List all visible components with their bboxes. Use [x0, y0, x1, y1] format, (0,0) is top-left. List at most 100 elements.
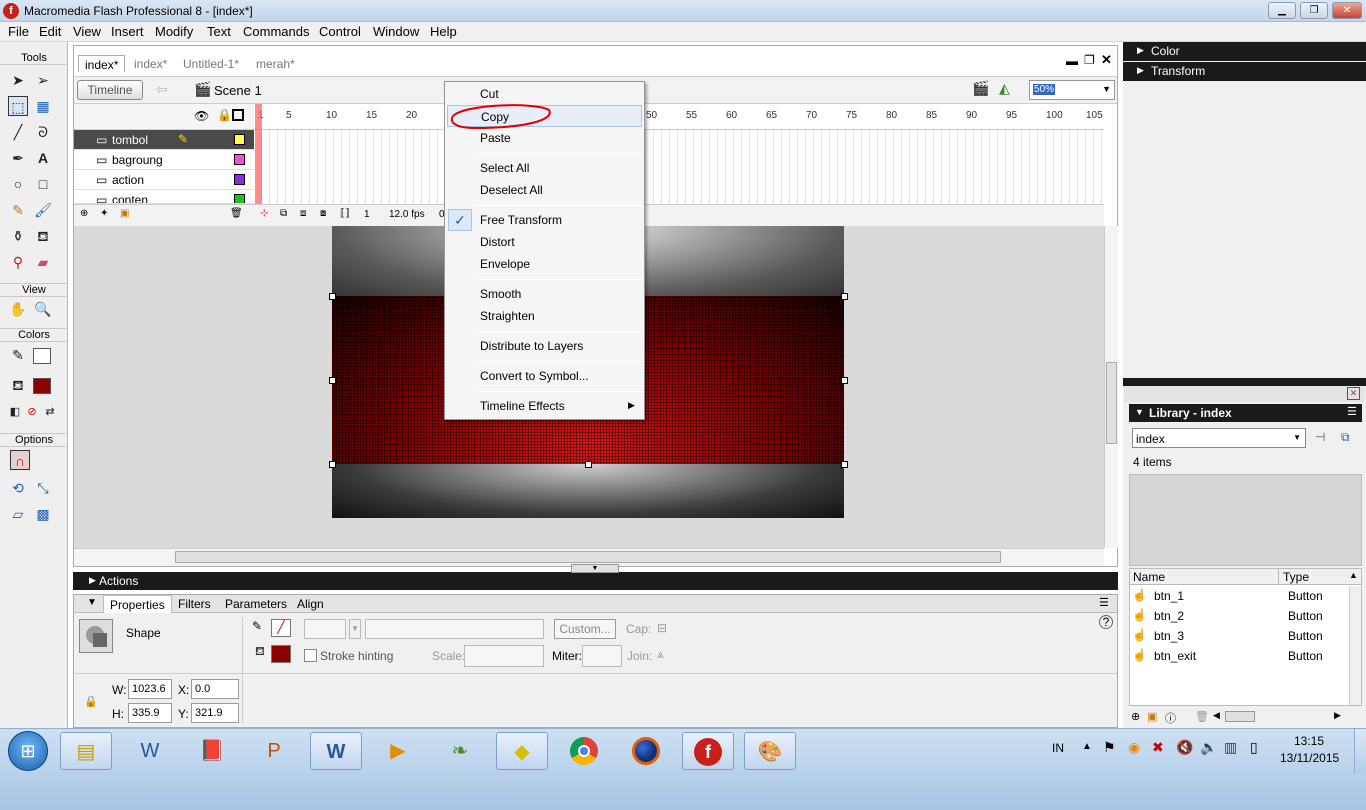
- transform-handle[interactable]: [841, 293, 848, 300]
- distort-icon[interactable]: ▱: [8, 504, 28, 524]
- transform-panel-header[interactable]: ▶ Transform: [1123, 62, 1366, 81]
- pencil-tool-icon[interactable]: ✎: [8, 200, 28, 220]
- miter-field[interactable]: [582, 645, 622, 667]
- new-library-panel-icon[interactable]: ⧉: [1341, 430, 1350, 445]
- zoom-select[interactable]: 50% ▼: [1029, 80, 1115, 100]
- clock-time[interactable]: 13:15: [1294, 734, 1324, 748]
- scroll-thumb[interactable]: [1106, 362, 1117, 444]
- menu-control[interactable]: Control: [316, 24, 364, 39]
- help-icon[interactable]: ?: [1099, 615, 1113, 629]
- eye-icon[interactable]: 👁: [194, 109, 209, 123]
- layer-row[interactable]: ▭ bagroung: [74, 150, 254, 170]
- library-close-icon[interactable]: ✕: [1347, 387, 1360, 400]
- clock-date[interactable]: 13/11/2015: [1280, 751, 1339, 765]
- language-indicator[interactable]: IN: [1052, 741, 1064, 755]
- back-arrow-icon[interactable]: ⇦: [156, 81, 168, 98]
- paint-icon[interactable]: 🎨: [744, 732, 796, 770]
- network-icon[interactable]: ▥: [1224, 739, 1237, 756]
- swap-colors-icon[interactable]: ⇄: [40, 402, 60, 422]
- brush-tool-icon[interactable]: 🖌: [33, 200, 53, 220]
- menu-item-distort[interactable]: Distort: [447, 231, 642, 253]
- rotate-skew-icon[interactable]: ⟲: [8, 478, 28, 498]
- menu-item-smooth[interactable]: Smooth: [447, 283, 642, 305]
- zoom-tool-icon[interactable]: 🔍: [33, 299, 53, 319]
- library-h-scroll-thumb[interactable]: [1225, 711, 1255, 722]
- tab-align[interactable]: Align: [297, 597, 324, 611]
- fill-color-icon[interactable]: ⛾: [8, 375, 28, 395]
- onion-markers-icon[interactable]: ⟦⟧: [340, 208, 350, 219]
- onion-skin-icon[interactable]: ⧉: [280, 208, 287, 219]
- no-color-icon[interactable]: ⊘: [22, 402, 42, 422]
- fill-color-swatch[interactable]: [33, 378, 51, 394]
- snap-magnet-icon[interactable]: ∩: [10, 450, 30, 470]
- stroke-color-swatch[interactable]: [33, 348, 51, 364]
- doc-tab-merah[interactable]: merah*: [250, 55, 301, 72]
- menu-item-distribute-to-layers[interactable]: Distribute to Layers: [447, 335, 642, 357]
- edit-multiple-icon[interactable]: ⧇: [320, 208, 326, 219]
- doc-minimize-icon[interactable]: ▬: [1066, 54, 1078, 68]
- join-icon[interactable]: ⩓: [657, 647, 664, 662]
- ink-bottle-tool-icon[interactable]: ⚱: [8, 226, 28, 246]
- library-item[interactable]: ☝ btn_3 Button: [1130, 627, 1348, 647]
- expand-arrow-icon[interactable]: ▶: [1137, 65, 1144, 76]
- scroll-thumb[interactable]: [175, 551, 1001, 563]
- collapse-arrow-icon[interactable]: ▼: [87, 597, 97, 608]
- column-name-header[interactable]: Name: [1133, 570, 1165, 584]
- start-button-icon[interactable]: ⊞: [8, 731, 48, 771]
- add-folder-icon[interactable]: ▣: [120, 208, 129, 219]
- delete-layer-icon[interactable]: 🗑: [230, 208, 243, 219]
- expand-arrow-icon[interactable]: ▶: [89, 575, 96, 586]
- dropdown-icon[interactable]: ▼: [1293, 433, 1301, 442]
- sticky-notes-icon[interactable]: ◆: [496, 732, 548, 770]
- expand-arrow-icon[interactable]: ▶: [1137, 45, 1144, 56]
- word-icon[interactable]: W: [124, 732, 176, 770]
- delete-icon[interactable]: 🗑: [1195, 710, 1209, 723]
- playhead[interactable]: [255, 104, 262, 204]
- vertical-scrollbar[interactable]: [1104, 226, 1118, 548]
- doc-tab-index[interactable]: index*: [128, 55, 173, 72]
- add-guide-icon[interactable]: ✦: [100, 208, 108, 219]
- layer-color-swatch[interactable]: [234, 194, 245, 203]
- x-input[interactable]: [191, 679, 239, 699]
- book-icon[interactable]: 📕: [186, 732, 238, 770]
- action-center-flag-icon[interactable]: ⚑: [1103, 739, 1116, 756]
- scroll-right-icon[interactable]: ▶: [1334, 710, 1341, 721]
- library-item[interactable]: ☝ btn_1 Button: [1130, 587, 1348, 607]
- text-tool-icon[interactable]: A: [33, 148, 53, 168]
- library-item[interactable]: ☝ btn_2 Button: [1130, 607, 1348, 627]
- rectangle-tool-icon[interactable]: □: [33, 174, 53, 194]
- layer-row[interactable]: ▭ conten: [74, 190, 254, 204]
- menu-item-select-all[interactable]: Select All: [447, 157, 642, 179]
- paint-bucket-tool-icon[interactable]: ⛾: [33, 226, 53, 246]
- flash-app-icon[interactable]: f: [3, 3, 19, 19]
- add-layer-icon[interactable]: ⊕: [80, 208, 88, 219]
- scroll-left-icon[interactable]: ◀: [1213, 710, 1220, 721]
- doc-tab-index-active[interactable]: index*: [78, 55, 126, 72]
- sort-icon[interactable]: ▲: [1349, 570, 1358, 580]
- edit-scene-icon[interactable]: 🎬: [972, 80, 989, 97]
- color-panel-header[interactable]: ▶ Color: [1123, 42, 1366, 61]
- menu-edit[interactable]: Edit: [36, 24, 64, 39]
- library-doc-select[interactable]: index ▼: [1132, 428, 1306, 448]
- arrow-tool-icon[interactable]: ➤: [8, 70, 28, 90]
- media-player-icon[interactable]: ▶: [372, 732, 424, 770]
- zoom-dropdown-icon[interactable]: ▼: [1102, 84, 1111, 94]
- transform-handle[interactable]: [329, 377, 336, 384]
- minimize-button[interactable]: ▁: [1268, 2, 1296, 19]
- center-frame-icon[interactable]: ⊹: [260, 208, 268, 219]
- hand-tool-icon[interactable]: ✋: [8, 299, 28, 319]
- firefox-icon[interactable]: [620, 732, 672, 770]
- stroke-hinting-checkbox[interactable]: [304, 649, 317, 662]
- maximize-button[interactable]: ❐: [1300, 2, 1328, 19]
- pen-tool-icon[interactable]: ✒: [8, 148, 28, 168]
- flash-icon[interactable]: f: [682, 732, 734, 770]
- transform-handle[interactable]: [841, 461, 848, 468]
- pin-library-icon[interactable]: ⊣: [1315, 430, 1325, 444]
- layer-color-swatch[interactable]: [234, 154, 245, 165]
- eyedropper-tool-icon[interactable]: ⚲: [8, 252, 28, 272]
- show-desktop-button[interactable]: [1354, 729, 1366, 773]
- menu-item-deselect-all[interactable]: Deselect All: [447, 179, 642, 201]
- subselect-tool-icon[interactable]: ➢: [33, 70, 53, 90]
- oval-tool-icon[interactable]: ○: [8, 174, 28, 194]
- menu-item-straighten[interactable]: Straighten: [447, 305, 642, 327]
